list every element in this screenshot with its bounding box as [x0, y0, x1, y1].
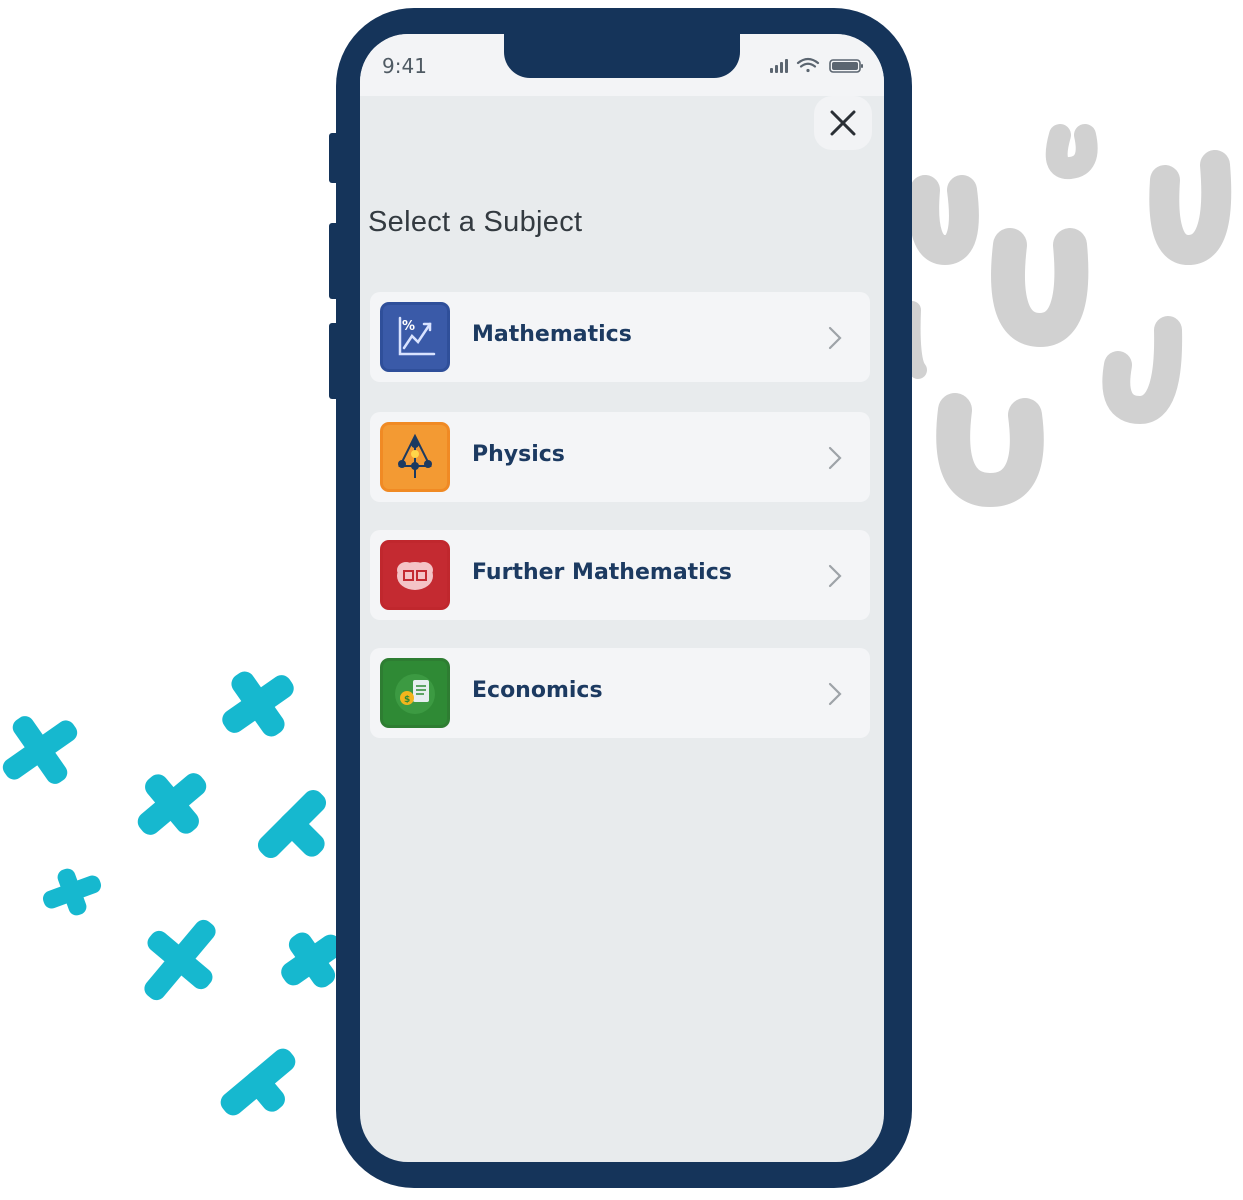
- subject-label: Physics: [472, 442, 565, 467]
- svg-text:$: $: [404, 695, 410, 705]
- close-icon: [830, 110, 856, 136]
- further-mathematics-icon: [380, 540, 450, 610]
- subject-item-economics[interactable]: $ Economics: [370, 648, 870, 738]
- page-title: Select a Subject: [368, 206, 583, 238]
- subject-label: Further Mathematics: [472, 560, 732, 585]
- volume-up-button: [329, 223, 341, 299]
- phone-screen: 9:41 Select a Subject % Mathematics Phys…: [360, 34, 884, 1162]
- volume-down-button: [329, 323, 341, 399]
- phone-frame: 9:41 Select a Subject % Mathematics Phys…: [329, 8, 912, 1188]
- chevron-right-icon: [828, 326, 842, 350]
- signal-icon: [770, 59, 788, 73]
- svg-text:%: %: [402, 319, 415, 334]
- battery-icon: [829, 59, 863, 73]
- mathematics-icon: %: [380, 302, 450, 372]
- subject-label: Economics: [472, 678, 603, 703]
- subject-label: Mathematics: [472, 322, 632, 347]
- phone-notch: [504, 34, 740, 78]
- wifi-icon: [796, 57, 820, 73]
- status-time: 9:41: [382, 54, 427, 78]
- chevron-right-icon: [828, 446, 842, 470]
- chevron-right-icon: [828, 682, 842, 706]
- economics-icon: $: [380, 658, 450, 728]
- status-icons: [770, 57, 863, 73]
- gray-brush-marks: [902, 124, 1232, 508]
- subject-item-physics[interactable]: Physics: [370, 412, 870, 502]
- mute-switch: [329, 133, 341, 183]
- subject-item-mathematics[interactable]: % Mathematics: [370, 292, 870, 382]
- chevron-right-icon: [828, 564, 842, 588]
- close-button[interactable]: [814, 96, 872, 150]
- subject-item-further-mathematics[interactable]: Further Mathematics: [370, 530, 870, 620]
- physics-icon: [380, 422, 450, 492]
- teal-brush-marks: [2, 671, 343, 1116]
